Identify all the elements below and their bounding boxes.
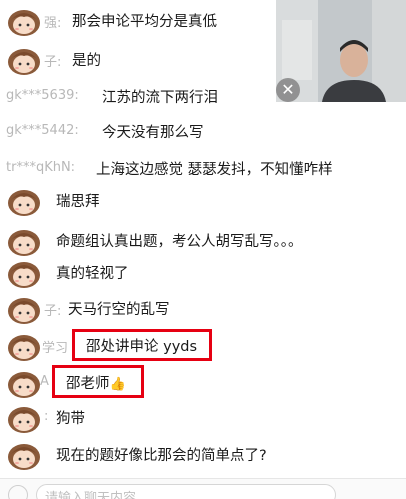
- avatar: [6, 403, 42, 433]
- avatar: [6, 6, 42, 36]
- chat-message: 真的轻视了: [0, 256, 406, 290]
- avatar: [6, 440, 42, 470]
- chat-input[interactable]: 请输入聊天内容: [36, 484, 336, 499]
- message-text-content: 邵老师: [66, 376, 110, 392]
- message-text: 是的: [72, 53, 101, 69]
- message-username: gk***5442:: [6, 123, 79, 138]
- message-text: 命题组认真出题，考公人胡写乱写。。。: [56, 234, 303, 250]
- thumbs-up-icon: 👍: [109, 377, 126, 392]
- message-username: 强:: [44, 16, 62, 31]
- chat-message: A 邵老师👍: [0, 365, 406, 400]
- avatar: [6, 294, 42, 324]
- message-username: 学习: [42, 341, 69, 356]
- message-username: 子:: [44, 55, 62, 70]
- message-username: :: [44, 409, 49, 424]
- message-text: 江苏的流下两行泪: [102, 90, 218, 106]
- message-username: gk***5639:: [6, 88, 79, 103]
- avatar: [6, 45, 42, 75]
- message-username: A: [40, 374, 49, 389]
- message-text: 瑞思拜: [56, 194, 100, 210]
- message-text: 那会申论平均分是真低: [72, 14, 217, 30]
- message-text: 真的轻视了: [56, 266, 129, 282]
- message-text: 邵处讲申论 yyds: [86, 339, 198, 355]
- message-text: 今天没有那么写: [102, 125, 204, 141]
- chat-message: gk***5442: 今天没有那么写: [0, 115, 406, 149]
- chat-message: 瑞思拜: [0, 184, 406, 218]
- chat-message: 命题组认真出题，考公人胡写乱写。。。: [0, 224, 406, 258]
- emoji-icon[interactable]: [8, 485, 28, 499]
- avatar: [6, 226, 42, 256]
- close-icon[interactable]: ✕: [276, 78, 300, 102]
- chat-message: : 狗带: [0, 401, 406, 435]
- chat-message: 现在的题好像比那会的简单点了?: [0, 438, 406, 472]
- avatar: [6, 186, 42, 216]
- avatar: [6, 331, 42, 361]
- chat-input-placeholder: 请输入聊天内容: [45, 491, 137, 499]
- avatar: [6, 258, 42, 288]
- chat-input-bar: 请输入聊天内容: [0, 478, 406, 499]
- chat-message: tr***qKhN: 上海这边感觉 瑟瑟发抖，不知懂咋样: [0, 152, 406, 186]
- chat-message: 学习 邵处讲申论 yyds: [0, 329, 406, 363]
- avatar: [6, 368, 42, 398]
- message-text: 上海这边感觉 瑟瑟发抖，不知懂咋样: [96, 162, 333, 178]
- message-text: 狗带: [56, 411, 85, 427]
- message-text: 现在的题好像比那会的简单点了?: [56, 448, 267, 464]
- chat-message: 子: 天马行空的乱写: [0, 292, 406, 326]
- message-username: 子:: [44, 304, 62, 319]
- message-text: 邵老师👍: [66, 372, 126, 393]
- message-text: 天马行空的乱写: [68, 302, 170, 318]
- message-username: tr***qKhN:: [6, 160, 76, 175]
